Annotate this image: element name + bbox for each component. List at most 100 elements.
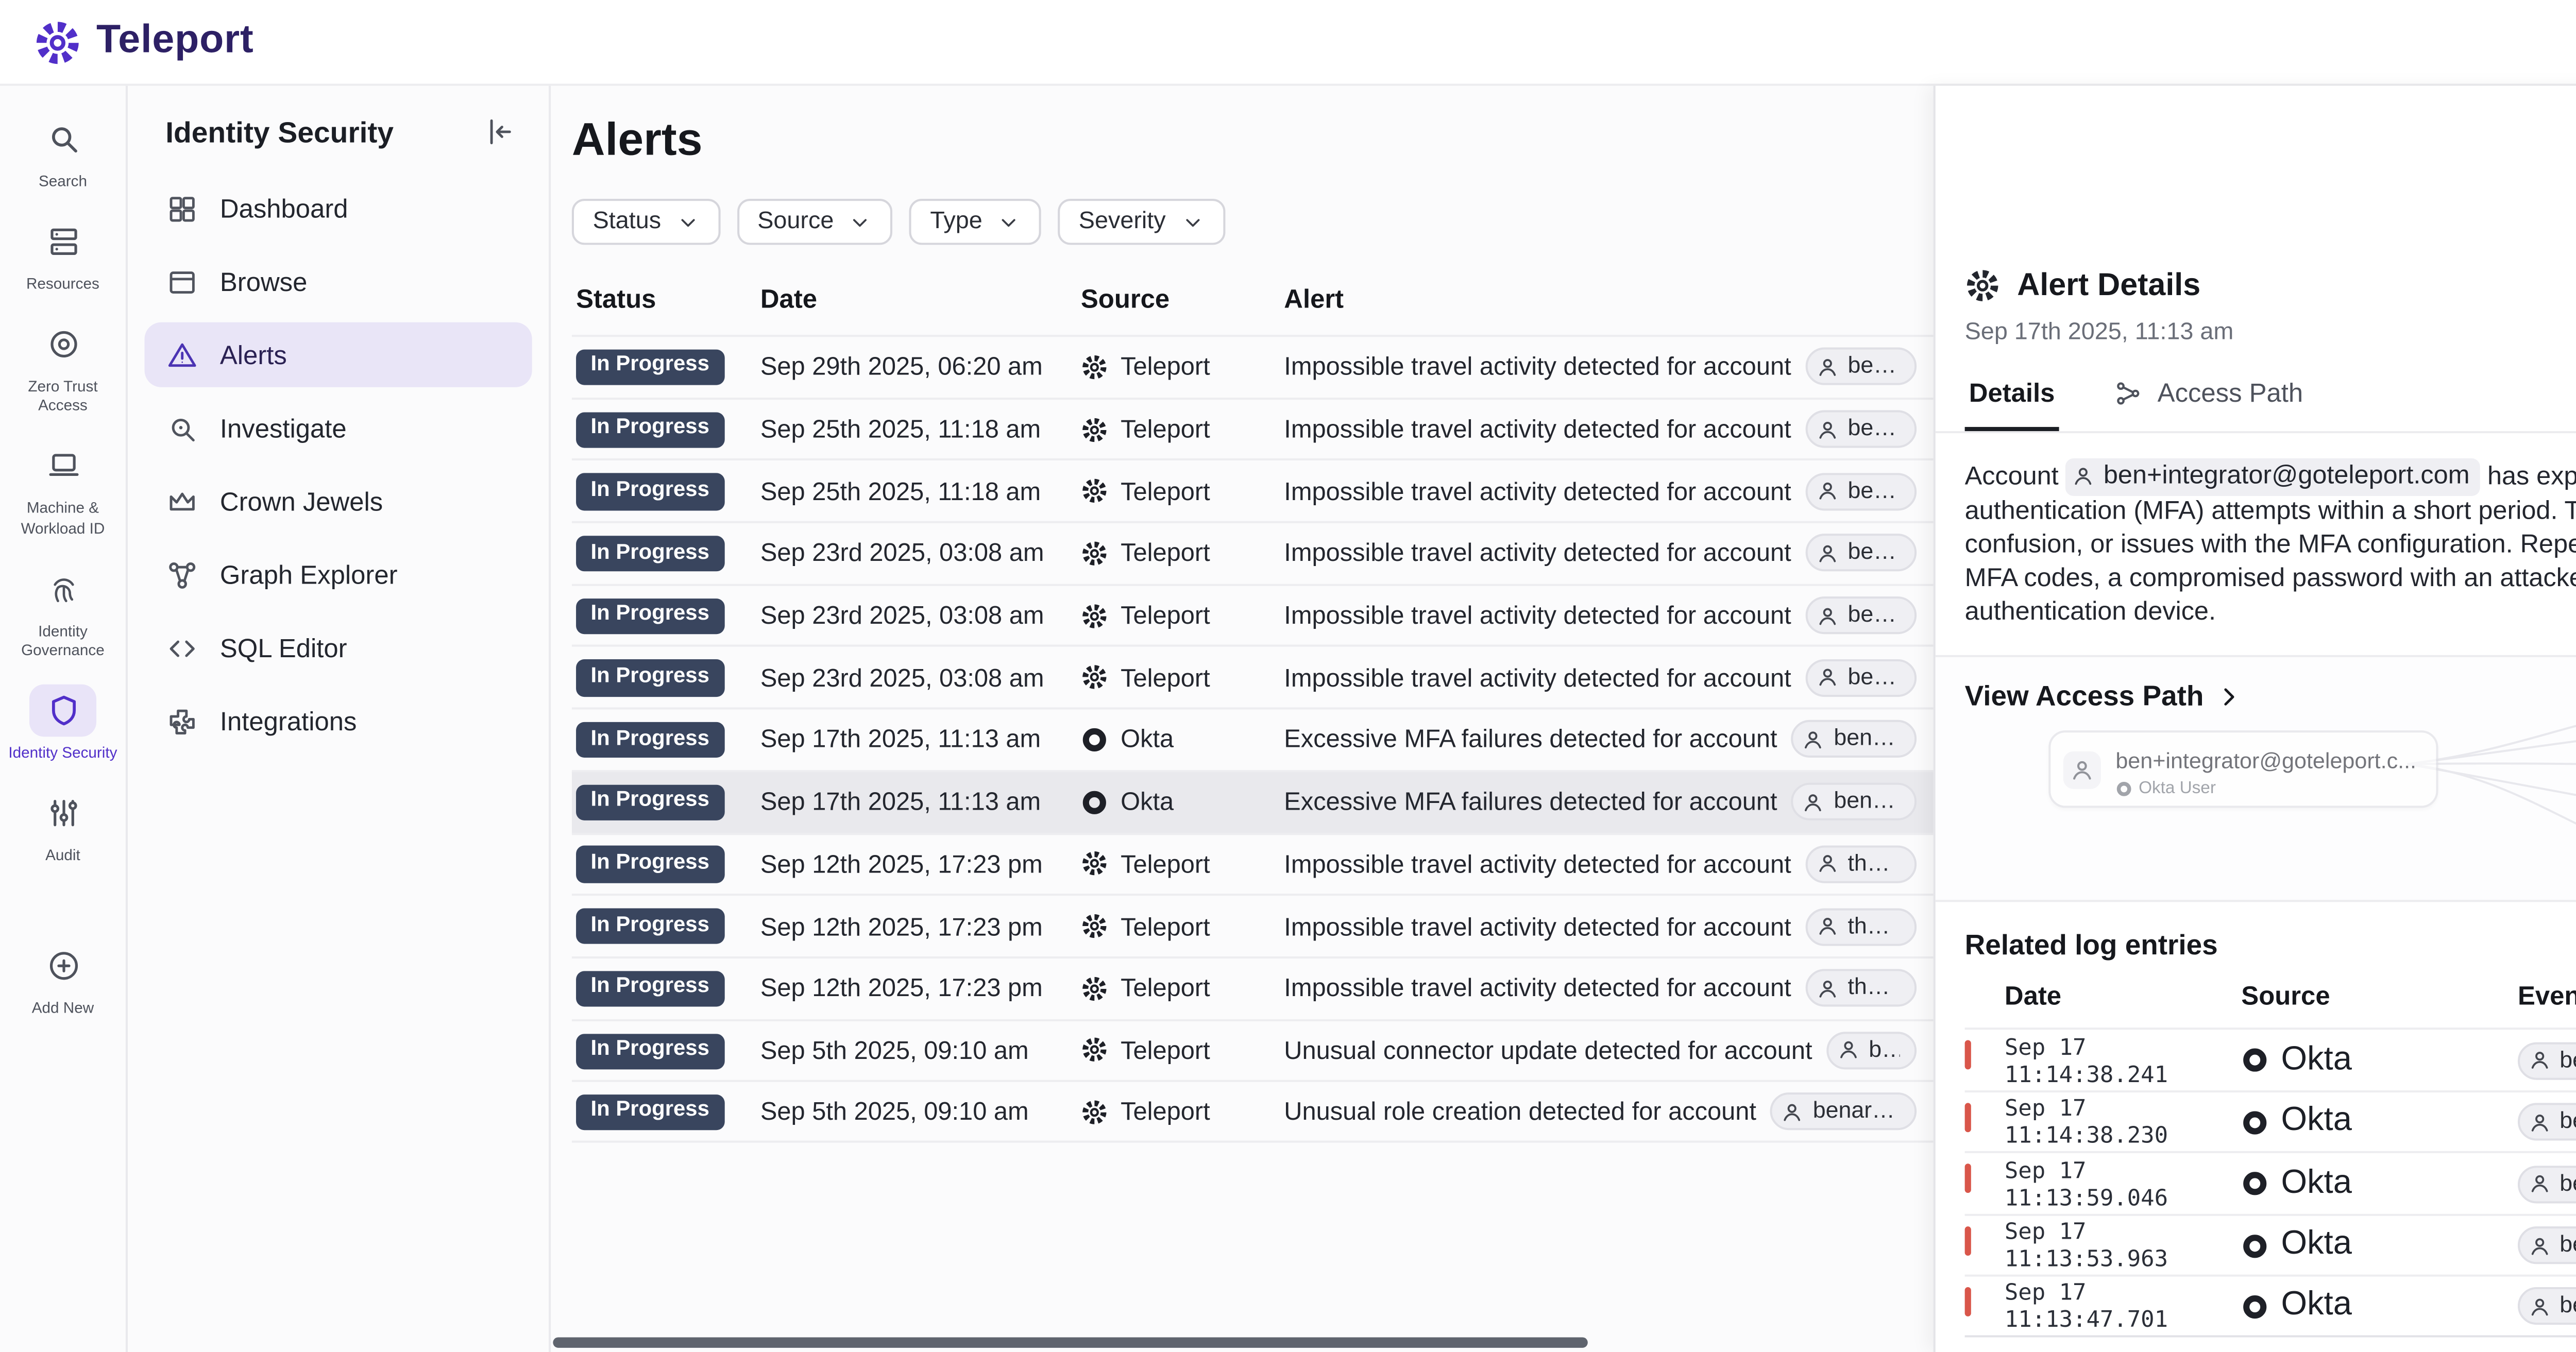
log-date: Sep 17 11:14:38.241 (2005, 1033, 2241, 1088)
crown-icon (165, 485, 199, 518)
alert-date: Sep 17th 2025, 11:13 am (760, 787, 1081, 816)
nav-resources[interactable]: Resources (0, 216, 126, 294)
sidebar-item-alerts[interactable]: Alerts (145, 322, 532, 387)
view-access-path-link[interactable]: View Access Path (1965, 681, 2242, 712)
sidebar-item-graph-explorer[interactable]: Graph Explorer (145, 542, 532, 607)
code-icon (165, 631, 199, 664)
teleport-logo[interactable]: Teleport (33, 18, 254, 66)
sidebar-item-crown-jewels[interactable]: Crown Jewels (145, 469, 532, 534)
account-chip[interactable]: ben+integrator@goteleport.com (2066, 458, 2480, 496)
sidebar-item-dashboard[interactable]: Dashboard (145, 176, 532, 241)
alert-source: Teleport (1081, 601, 1284, 630)
identity-security-icon (45, 692, 80, 728)
account-chip[interactable]: benarent (1806, 596, 1917, 634)
nav-machine-workload-id[interactable]: Machine & Workload ID (0, 440, 126, 537)
sidebar-collapse-button[interactable] (482, 115, 515, 148)
alert-source: Okta (1081, 725, 1284, 755)
alert-table-row[interactable]: In Progress Sep 23rd 2025, 03:08 am Tele… (572, 521, 1934, 584)
account-chip[interactable]: benarent (1827, 1032, 1917, 1069)
log-entry-row[interactable]: Sep 17 11:14:38.241 Okta ben+integrator@… (1965, 1029, 2576, 1090)
alert-table-row[interactable]: In Progress Sep 17th 2025, 11:13 am Okta… (572, 770, 1934, 832)
account-chip[interactable]: thedevelopnik (1806, 845, 1917, 883)
nav-identity-security[interactable]: Identity Security (0, 684, 126, 762)
account-chip[interactable]: ben+integrator@goteleport.com (2518, 1287, 2576, 1325)
filter-severity[interactable]: Severity (1058, 199, 1224, 245)
account-chip[interactable]: benarent (1806, 410, 1917, 448)
account-chip[interactable]: benarent (1806, 472, 1917, 510)
account-chip[interactable]: ben+integrator@goteleport.com (2518, 1227, 2576, 1264)
filter-status[interactable]: Status (572, 199, 720, 245)
alerts-table-header: Status Date Source Alert (572, 274, 1934, 335)
nav-audit[interactable]: Audit (0, 787, 126, 865)
person-icon (1816, 852, 1839, 876)
source-label: Teleport (1121, 476, 1210, 506)
alert-date: Sep 12th 2025, 17:23 pm (760, 849, 1081, 879)
account-chip[interactable]: ben+integrator@goteleport.com (2518, 1165, 2576, 1203)
account-chip[interactable]: ben+integrator@goteleport.com (1792, 721, 1917, 759)
tab-details[interactable]: Details (1965, 362, 2059, 431)
account-chip[interactable]: ben+integrator@goteleport.com (2518, 1103, 2576, 1141)
person-icon (2072, 466, 2095, 489)
account-chip[interactable]: benarent (1806, 659, 1917, 696)
account-chip[interactable]: benarent (1771, 1092, 1917, 1130)
teleport-source-icon (1081, 850, 1108, 878)
account-chip[interactable]: ben+integrator@goteleport.com (1792, 783, 1917, 820)
log-entry-row[interactable]: Sep 17 11:13:53.963 Okta ben+integrator@… (1965, 1213, 2576, 1275)
chevron-down-icon (849, 210, 872, 233)
source-label: Teleport (1121, 352, 1210, 382)
log-entry-row[interactable]: Sep 17 11:13:47.701 Okta ben+integrator@… (1965, 1275, 2576, 1337)
alert-table-row[interactable]: In Progress Sep 5th 2025, 09:10 am Telep… (572, 1018, 1934, 1081)
account-chip[interactable]: thedevelopnik (1806, 969, 1917, 1007)
nav-search[interactable]: Search (0, 113, 126, 191)
filter-source[interactable]: Source (737, 199, 893, 245)
alert-table-row[interactable]: In Progress Sep 25th 2025, 11:18 am Tele… (572, 459, 1934, 521)
alert-table-row[interactable]: In Progress Sep 29th 2025, 06:20 am Tele… (572, 335, 1934, 397)
alert-table-row[interactable]: In Progress Sep 12th 2025, 17:23 pm Tele… (572, 832, 1934, 894)
sidebar-item-sql-editor[interactable]: SQL Editor (145, 615, 532, 680)
log-source-label: Okta (2281, 1103, 2352, 1141)
okta-source-icon (1081, 726, 1108, 754)
account-chip[interactable]: benarent (1806, 348, 1917, 386)
status-badge: In Progress (576, 536, 724, 572)
sidebar-item-integrations[interactable]: Integrations (145, 689, 532, 754)
teleport-source-icon (1081, 1098, 1108, 1125)
alert-source: Teleport (1081, 973, 1284, 1003)
alert-table-row[interactable]: In Progress Sep 12th 2025, 17:23 pm Tele… (572, 894, 1934, 956)
nav-add-new[interactable]: Add New (0, 940, 126, 1018)
chevron-down-icon (676, 210, 699, 233)
alert-source: Teleport (1081, 849, 1284, 879)
log-source: Okta (2241, 1041, 2518, 1079)
graph-node-okta-user[interactable]: ben+integrator@goteleport.c... Okta User (2048, 731, 2437, 809)
alert-text: Impossible travel activity detected for … (1284, 352, 1791, 382)
filter-type[interactable]: Type (909, 199, 1041, 245)
alert-table-row[interactable]: In Progress Sep 25th 2025, 11:18 am Tele… (572, 397, 1934, 459)
account-chip[interactable]: benarent (1806, 535, 1917, 572)
nav-zero-trust-access[interactable]: Zero Trust Access (0, 319, 126, 416)
account-chip[interactable]: ben+integrator@goteleport.com (2518, 1041, 2576, 1079)
okta-source-icon (1081, 789, 1108, 816)
alert-table-row[interactable]: In Progress Sep 23rd 2025, 03:08 am Tele… (572, 584, 1934, 646)
log-entry-row[interactable]: Sep 17 11:14:38.230 Okta ben+integrator@… (1965, 1090, 2576, 1152)
sidebar-item-browse[interactable]: Browse (145, 249, 532, 314)
account-chip-label: ben+integrator@goteleport.com (1834, 727, 1900, 752)
alert-table-row[interactable]: In Progress Sep 12th 2025, 17:23 pm Tele… (572, 956, 1934, 1018)
log-entry-row[interactable]: Sep 17 11:13:59.046 Okta ben+integrator@… (1965, 1152, 2576, 1213)
source-label: Okta (1121, 787, 1174, 816)
person-icon (2528, 1172, 2551, 1195)
severity-indicator (1965, 1286, 1971, 1315)
alert-table-row[interactable]: In Progress Sep 17th 2025, 11:13 am Okta… (572, 708, 1934, 770)
alert-table-row[interactable]: In Progress Sep 23rd 2025, 03:08 am Tele… (572, 645, 1934, 708)
status-badge: In Progress (576, 846, 724, 882)
account-chip[interactable]: thedevelopnik (1806, 908, 1917, 945)
panel-tabs: Details Access Path (1936, 362, 2576, 433)
account-chip-label: benarent (1848, 665, 1900, 690)
alert-table-row[interactable]: In Progress Sep 5th 2025, 09:10 am Telep… (572, 1081, 1934, 1143)
tab-access-path[interactable]: Access Path (2109, 362, 2307, 431)
person-icon (1816, 915, 1839, 938)
nav-identity-governance[interactable]: Identity Governance (0, 562, 126, 659)
sidebar-item-investigate[interactable]: Investigate (145, 396, 532, 460)
horizontal-scrollbar[interactable] (553, 1338, 1587, 1348)
alert-source: Teleport (1081, 1036, 1284, 1065)
log-account: ben+integrator@goteleport.com (2560, 1233, 2576, 1258)
source-label: Teleport (1121, 1036, 1210, 1065)
